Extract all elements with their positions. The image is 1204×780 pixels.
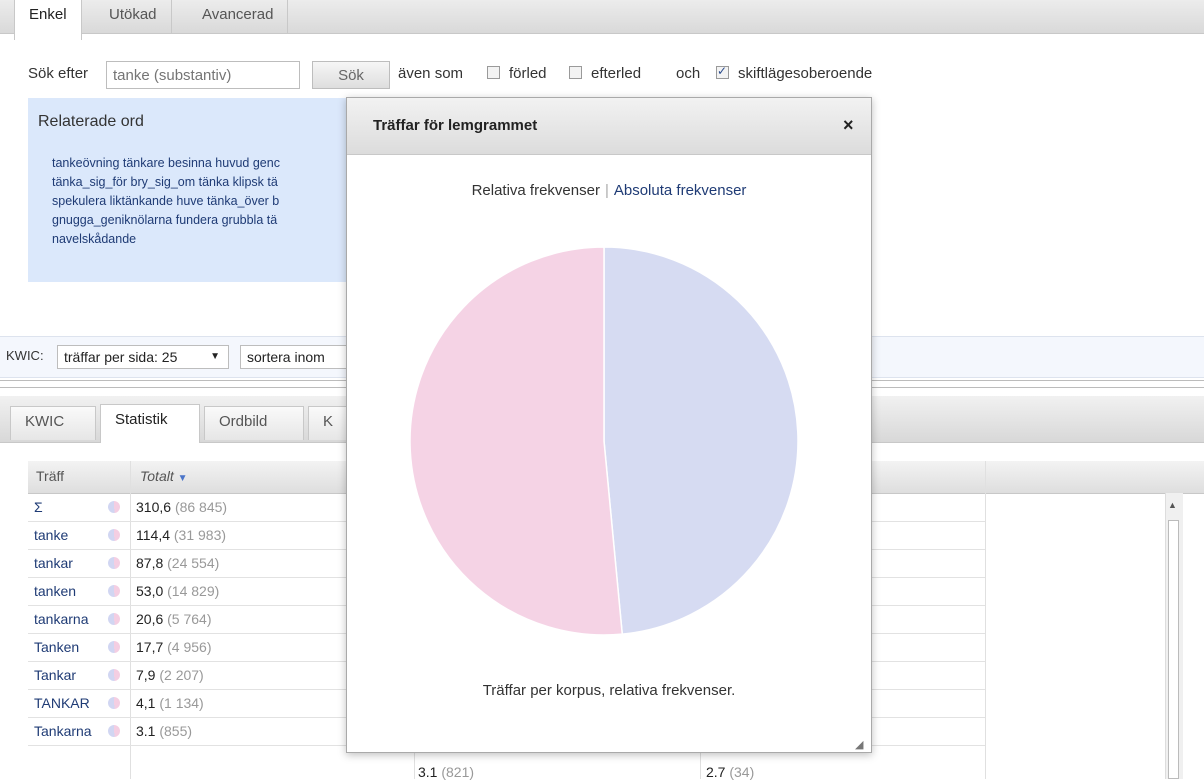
tab-avancerad[interactable]: Avancerad (188, 0, 289, 33)
scrollbar-thumb[interactable] (1168, 520, 1179, 779)
related-words-title: Relaterade ord (38, 113, 144, 130)
total-frequency: 4,1 (1 134) (136, 695, 204, 711)
search-mode-tabs: Enkel Utökad Avancerad (0, 0, 1204, 40)
hit-word[interactable]: tanke (34, 527, 100, 543)
total-frequency: 7,9 (2 207) (136, 667, 204, 683)
total-frequency: 310,6 (86 845) (136, 499, 228, 515)
pie-chart-icon[interactable] (108, 585, 120, 597)
hit-word[interactable]: tankarna (34, 611, 100, 627)
hit-word[interactable]: tanken (34, 583, 100, 599)
tab-ordbild[interactable]: Ordbild (204, 406, 304, 440)
lemgram-hits-dialog: Träffar för lemgrammet × Relativa frekve… (346, 97, 872, 753)
total-frequency: 17,7 (4 956) (136, 639, 212, 655)
hit-word[interactable]: tankar (34, 555, 100, 571)
suffix-label: efterled (591, 65, 642, 82)
chevron-down-icon: ▼ (210, 351, 220, 362)
cell-corpus-1: 3.1 (821) (418, 764, 475, 780)
related-words-line[interactable]: tankeövning tänkare besinna huvud genc (52, 154, 358, 173)
pie-chart-icon[interactable] (108, 529, 120, 541)
prefix-label: förled (509, 65, 547, 82)
tab-kwic[interactable]: KWIC (10, 406, 96, 440)
prefix-checkbox[interactable] (487, 66, 500, 79)
total-frequency: 3.1 (855) (136, 723, 193, 739)
hits-per-page-select[interactable]: träffar per sida: 25 ▼ (57, 345, 229, 369)
hit-word[interactable]: Tanken (34, 639, 100, 655)
pie-chart-icon[interactable] (108, 725, 120, 737)
hits-per-page-value: träffar per sida: 25 (64, 349, 178, 365)
related-words-line[interactable]: gnugga_geniknölarna fundera grubbla tä (52, 211, 358, 230)
pie-chart-icon[interactable] (108, 641, 120, 653)
pie-chart (409, 246, 799, 636)
total-frequency: 20,6 (5 764) (136, 611, 212, 627)
cell-corpus-2: 2.7 (34) (706, 764, 755, 780)
frequency-toggle: Relativa frekvenser | Absoluta frekvenser (347, 182, 871, 199)
column-hit[interactable]: Träff (36, 468, 64, 484)
close-icon[interactable]: × (843, 115, 854, 136)
tab-statistik[interactable]: Statistik (100, 404, 200, 443)
pie-chart-icon[interactable] (108, 557, 120, 569)
sort-select[interactable]: sortera inom (240, 345, 360, 369)
and-label: och (676, 65, 701, 82)
case-insensitive-label: skiftlägesoberoende (738, 65, 873, 82)
hit-word[interactable]: Σ (34, 499, 100, 515)
search-label: Sök efter (28, 65, 89, 82)
case-insensitive-checkbox[interactable] (716, 64, 729, 79)
hit-word[interactable]: Tankarna (34, 723, 100, 739)
tab-strip (0, 0, 1204, 34)
related-words-line[interactable]: navelskådande (52, 230, 358, 249)
column-total[interactable]: Totalt ▼ (140, 468, 188, 484)
search-button[interactable]: Sök (312, 61, 390, 89)
column-divider (985, 461, 986, 779)
kwic-label: KWIC: (6, 348, 44, 363)
pie-chart-icon[interactable] (108, 501, 120, 513)
tab-enkel[interactable]: Enkel (14, 0, 82, 40)
dialog-title: Träffar för lemgrammet (373, 117, 538, 134)
resize-handle-icon[interactable]: ◢ (855, 738, 863, 751)
pie-chart-icon[interactable] (108, 697, 120, 709)
scroll-up-icon[interactable]: ▲ (1168, 500, 1177, 510)
suffix-checkbox[interactable] (569, 66, 582, 79)
pie-chart-icon[interactable] (108, 669, 120, 681)
column-total-label: Totalt (140, 468, 174, 484)
related-words-list: tankeövning tänkare besinna huvud genc t… (52, 154, 358, 264)
total-frequency: 53,0 (14 829) (136, 583, 220, 599)
related-words-line[interactable]: tänka_sig_för bry_sig_om tänka klipsk tä (52, 173, 358, 192)
sort-value: sortera inom (247, 349, 325, 365)
pie-slice[interactable] (409, 246, 624, 636)
chart-caption: Träffar per korpus, relativa frekvenser. (482, 682, 736, 699)
also-as-label: även som (398, 65, 464, 82)
absolute-frequencies-link[interactable]: Absoluta frekvenser (614, 182, 747, 199)
related-words-line[interactable]: spekulera liktänkande huve tänka_över b (52, 192, 358, 211)
total-frequency: 87,8 (24 554) (136, 555, 220, 571)
related-words-panel: Relaterade ord tankeövning tänkare besin… (28, 98, 358, 282)
sort-desc-icon: ▼ (177, 473, 188, 484)
toggle-separator: | (604, 182, 609, 199)
tab-utokad[interactable]: Utökad (95, 0, 172, 33)
pie-chart-icon[interactable] (108, 613, 120, 625)
total-frequency: 114,4 (31 983) (136, 527, 227, 543)
search-input[interactable] (106, 61, 300, 89)
relative-frequencies-option[interactable]: Relativa frekvenser (472, 182, 600, 199)
pie-slice[interactable] (603, 246, 799, 635)
hit-word[interactable]: Tankar (34, 667, 100, 683)
hit-word[interactable]: TANKAR (34, 695, 100, 711)
